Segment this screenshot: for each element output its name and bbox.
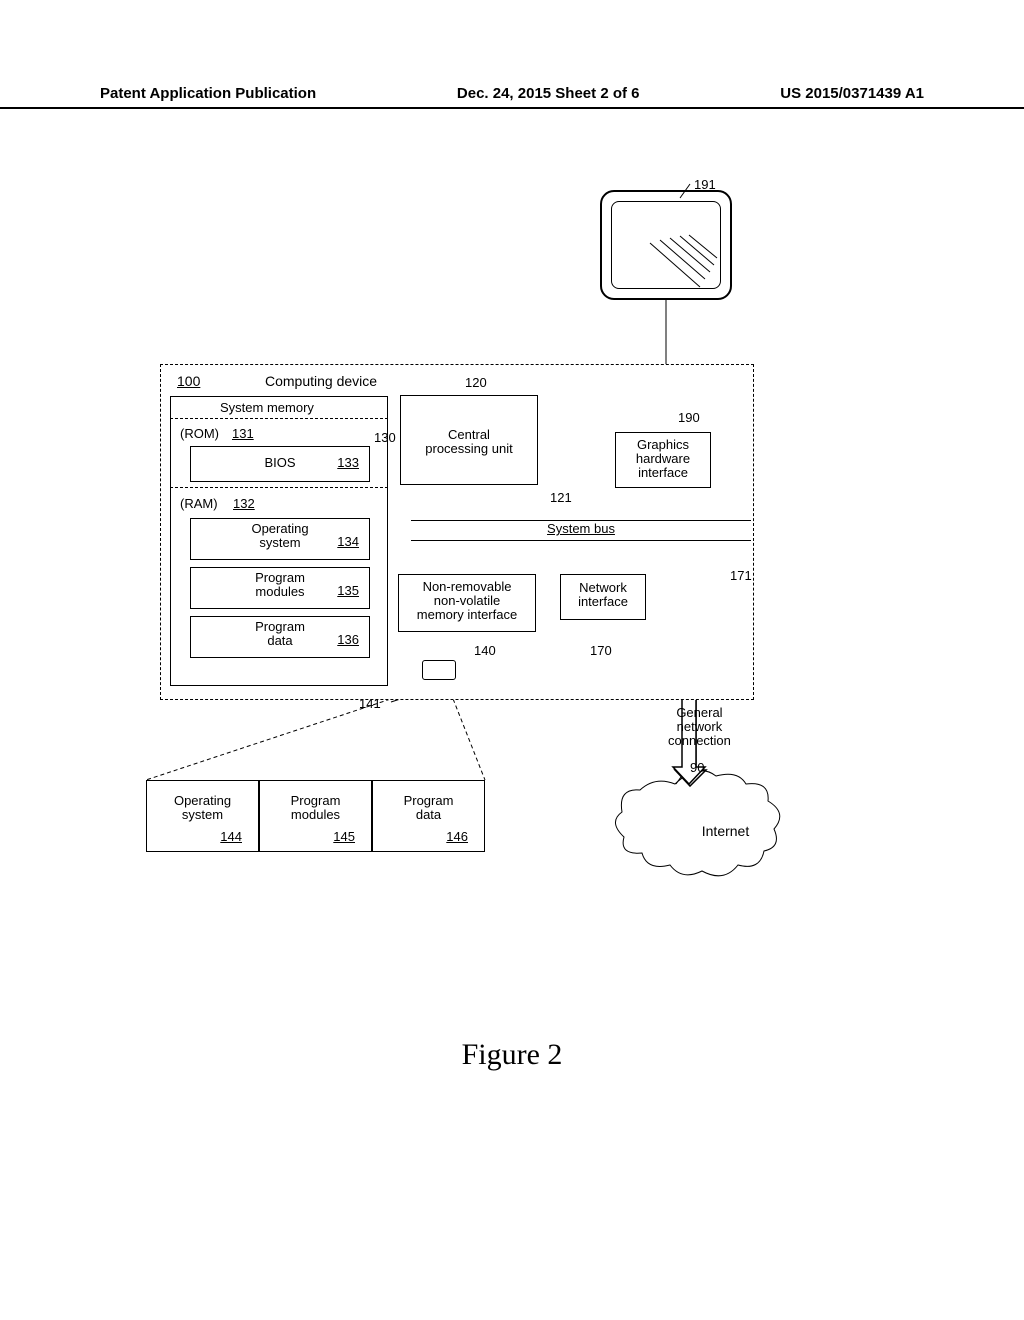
bios-num: 133	[337, 447, 359, 479]
pm-num: 135	[337, 584, 359, 598]
cpu-box: Central processing unit	[400, 395, 538, 485]
gnc-label: General network connection	[668, 706, 731, 748]
diagram: 191 100 Computing device System memory (…	[130, 170, 870, 930]
bios-label: BIOS	[264, 455, 295, 470]
osd-num: 144	[220, 830, 242, 844]
header-right: US 2015/0371439 A1	[780, 85, 924, 102]
ref-191: 191	[694, 177, 716, 192]
netif-label: Network interface	[578, 580, 628, 609]
osd-label: Operating system	[174, 793, 231, 822]
pdd-num: 146	[446, 830, 468, 844]
ref-171: 171	[730, 568, 752, 583]
cpu-label: Central processing unit	[425, 427, 512, 456]
graphics-box: Graphics hardware interface	[615, 432, 711, 488]
header-left: Patent Application Publication	[100, 85, 316, 102]
pm-box: Program modules 135	[190, 567, 370, 609]
bios-box: BIOS 133	[190, 446, 370, 482]
ref-120: 120	[465, 375, 487, 390]
ram-label: (RAM)	[180, 496, 218, 511]
ref-121: 121	[550, 490, 572, 505]
header-center: Dec. 24, 2015 Sheet 2 of 6	[457, 85, 640, 102]
nonremov-label: Non-removable non-volatile memory interf…	[417, 579, 517, 622]
osd-box: Operating system 144	[146, 780, 259, 852]
graphics-label: Graphics hardware interface	[636, 437, 690, 480]
ref-100: 100	[177, 373, 200, 389]
pm-label: Program modules	[255, 570, 305, 599]
nonremov-box: Non-removable non-volatile memory interf…	[398, 574, 536, 632]
system-memory-title: System memory	[220, 400, 314, 415]
pd-box: Program data 136	[190, 616, 370, 658]
pmd-box: Program modules 145	[259, 780, 372, 852]
ref-190: 190	[678, 410, 700, 425]
os-box: Operating system 134	[190, 518, 370, 560]
ref-141: 141	[359, 696, 381, 711]
monitor-icon	[600, 190, 732, 300]
hdd-icon	[422, 660, 456, 680]
ram-num: 132	[233, 496, 255, 511]
pmd-label: Program modules	[291, 793, 341, 822]
ref-90: 90	[690, 760, 704, 775]
ref-140: 140	[474, 643, 496, 658]
os-label: Operating system	[251, 521, 308, 550]
computing-device-title: Computing device	[265, 373, 377, 389]
pdd-box: Program data 146	[372, 780, 485, 852]
pd-label: Program data	[255, 619, 305, 648]
figure-caption: Figure 2	[0, 1038, 1024, 1072]
os-num: 134	[337, 535, 359, 549]
system-bus: System bus	[411, 520, 751, 541]
ref-130: 130	[374, 430, 396, 445]
ref-170: 170	[590, 643, 612, 658]
pdd-label: Program data	[404, 793, 454, 822]
netif-box: Network interface	[560, 574, 646, 620]
pmd-num: 145	[333, 830, 355, 844]
internet-cloud: Internet	[633, 781, 818, 881]
pd-num: 136	[337, 633, 359, 647]
